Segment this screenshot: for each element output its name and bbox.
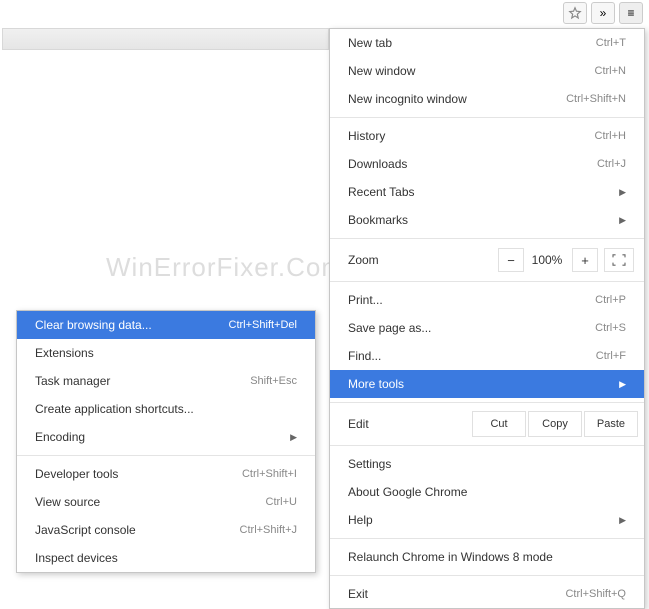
menu-item-new-window[interactable]: New windowCtrl+N <box>330 57 644 85</box>
menu-item-print[interactable]: Print...Ctrl+P <box>330 286 644 314</box>
submenu-arrow-icon: ▶ <box>290 432 297 443</box>
submenu-item-devtools[interactable]: Developer toolsCtrl+Shift+I <box>17 460 315 488</box>
menu-item-history[interactable]: HistoryCtrl+H <box>330 122 644 150</box>
zoom-label: Zoom <box>348 253 496 267</box>
submenu-arrow-icon: ▶ <box>619 379 626 390</box>
edit-label: Edit <box>348 417 470 431</box>
separator <box>330 575 644 576</box>
cut-button[interactable]: Cut <box>472 411 526 437</box>
submenu-item-clear-browsing[interactable]: Clear browsing data...Ctrl+Shift+Del <box>17 311 315 339</box>
menu-item-edit: Edit Cut Copy Paste <box>330 407 644 441</box>
separator <box>330 238 644 239</box>
menu-item-save-page[interactable]: Save page as...Ctrl+S <box>330 314 644 342</box>
menu-item-help[interactable]: Help▶ <box>330 506 644 534</box>
submenu-item-task-manager[interactable]: Task managerShift+Esc <box>17 367 315 395</box>
zoom-out-button[interactable]: − <box>498 248 524 272</box>
submenu-item-js-console[interactable]: JavaScript consoleCtrl+Shift+J <box>17 516 315 544</box>
submenu-item-app-shortcuts[interactable]: Create application shortcuts... <box>17 395 315 423</box>
submenu-item-view-source[interactable]: View sourceCtrl+U <box>17 488 315 516</box>
separator <box>330 538 644 539</box>
tab-strip <box>2 28 329 50</box>
hamburger-icon: ≡ <box>627 6 634 20</box>
toolbar: » ≡ <box>563 2 643 24</box>
copy-button[interactable]: Copy <box>528 411 582 437</box>
zoom-percent: 100% <box>524 253 570 267</box>
menu-item-settings[interactable]: Settings <box>330 450 644 478</box>
menu-item-more-tools[interactable]: More tools▶ <box>330 370 644 398</box>
menu-item-about[interactable]: About Google Chrome <box>330 478 644 506</box>
submenu-arrow-icon: ▶ <box>619 515 626 526</box>
submenu-arrow-icon: ▶ <box>619 215 626 226</box>
submenu-item-extensions[interactable]: Extensions <box>17 339 315 367</box>
main-menu-button[interactable]: ≡ <box>619 2 643 24</box>
menu-item-bookmarks[interactable]: Bookmarks▶ <box>330 206 644 234</box>
submenu-item-inspect-devices[interactable]: Inspect devices <box>17 544 315 572</box>
watermark: WinErrorFixer.Com <box>106 252 344 283</box>
zoom-in-button[interactable]: + <box>572 248 598 272</box>
menu-item-exit[interactable]: ExitCtrl+Shift+Q <box>330 580 644 608</box>
fullscreen-icon <box>612 254 626 266</box>
menu-item-zoom: Zoom − 100% + <box>330 243 644 277</box>
separator <box>330 281 644 282</box>
overflow-button[interactable]: » <box>591 2 615 24</box>
more-tools-submenu: Clear browsing data...Ctrl+Shift+Del Ext… <box>16 310 316 573</box>
paste-button[interactable]: Paste <box>584 411 638 437</box>
separator <box>330 445 644 446</box>
fullscreen-button[interactable] <box>604 248 634 272</box>
submenu-item-encoding[interactable]: Encoding▶ <box>17 423 315 451</box>
menu-item-recent-tabs[interactable]: Recent Tabs▶ <box>330 178 644 206</box>
star-icon <box>568 6 582 20</box>
separator <box>330 402 644 403</box>
main-menu: New tabCtrl+T New windowCtrl+N New incog… <box>329 28 645 609</box>
menu-item-incognito[interactable]: New incognito windowCtrl+Shift+N <box>330 85 644 113</box>
separator <box>17 455 315 456</box>
separator <box>330 117 644 118</box>
menu-item-relaunch[interactable]: Relaunch Chrome in Windows 8 mode <box>330 543 644 571</box>
chevron-right-icon: » <box>600 6 607 20</box>
bookmark-star-button[interactable] <box>563 2 587 24</box>
submenu-arrow-icon: ▶ <box>619 187 626 198</box>
menu-item-new-tab[interactable]: New tabCtrl+T <box>330 29 644 57</box>
menu-item-find[interactable]: Find...Ctrl+F <box>330 342 644 370</box>
menu-item-downloads[interactable]: DownloadsCtrl+J <box>330 150 644 178</box>
